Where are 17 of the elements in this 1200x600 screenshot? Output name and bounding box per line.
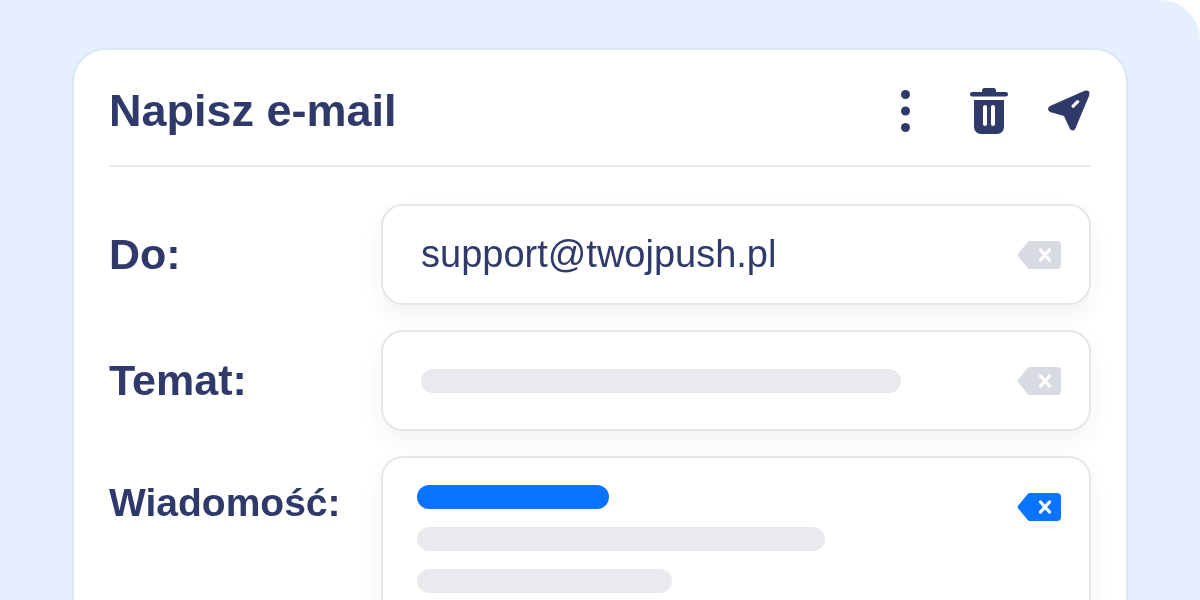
send-icon: [1045, 89, 1091, 132]
input-field[interactable]: [381, 456, 1091, 600]
field-label: Wiadomość:: [109, 480, 342, 525]
field-value: support@twojpush.pl: [421, 233, 778, 276]
clear-field-icon[interactable]: [1017, 366, 1061, 395]
more-vertical-icon: [901, 89, 910, 132]
field-label: Do:: [109, 229, 182, 279]
trash-icon: [970, 87, 1008, 134]
compose-title: Napisz e-mail: [109, 84, 397, 137]
clear-field-icon[interactable]: [1017, 240, 1061, 269]
input-field[interactable]: [381, 330, 1091, 431]
clear-field-icon[interactable]: [1017, 493, 1061, 521]
more-button[interactable]: [901, 89, 910, 132]
delete-button[interactable]: [970, 87, 1008, 134]
field-label: Temat:: [109, 355, 248, 405]
input-field[interactable]: support@twojpush.pl: [381, 204, 1091, 305]
send-button[interactable]: [1045, 89, 1091, 132]
